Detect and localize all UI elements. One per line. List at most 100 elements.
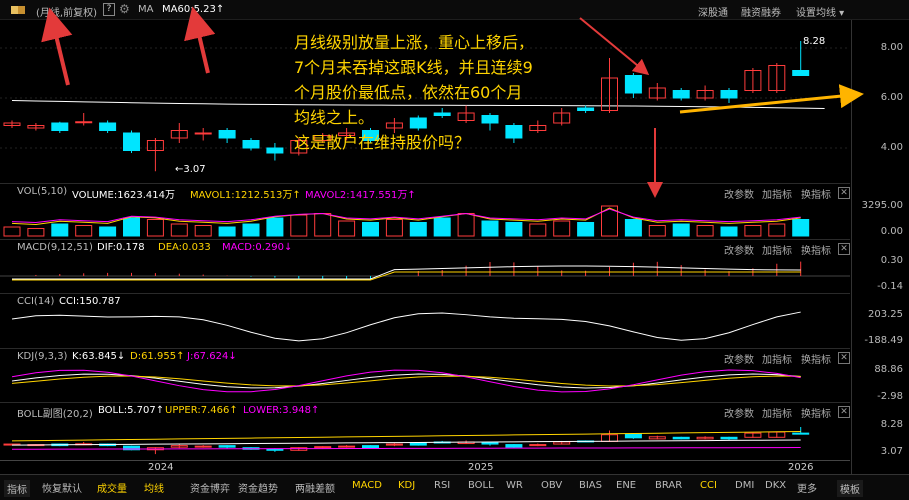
tab-13[interactable]: BIAS: [579, 480, 602, 491]
tab-17[interactable]: DMI: [735, 480, 754, 491]
annotation-line: 这是散户在维持股价吗？: [294, 133, 471, 152]
indicator-tab-bar: 指标 恢复默认 成交量 均线 资金博弈 资金趋势 两融差额 MACD KDJ RSI BOLL WR O…: [0, 474, 909, 500]
vol-bar: [385, 219, 403, 237]
vol-bar: [290, 214, 308, 237]
tab-15[interactable]: BRAR: [655, 480, 682, 491]
tab-5[interactable]: 资金趋势: [238, 480, 278, 495]
period-mode-label[interactable]: (月线,前复权): [36, 4, 97, 19]
help-icon[interactable]: ?: [103, 3, 115, 16]
link-sgt[interactable]: 深股通: [698, 4, 728, 19]
candle-body: [720, 90, 738, 99]
boll-candle-body: [362, 445, 379, 449]
candle-body: [218, 130, 236, 139]
tab-20[interactable]: 模板: [837, 480, 863, 497]
vol-bar: [123, 217, 140, 237]
tab-14[interactable]: ENE: [616, 480, 636, 491]
annotation-line: 7个月未吞掉这跟K线，并且连续9: [294, 58, 533, 77]
link-ma-settings[interactable]: 设置均线 ▾: [796, 4, 844, 19]
vol-bar: [338, 220, 356, 237]
tab-12[interactable]: OBV: [541, 480, 562, 491]
annotation-line: 个月股价最低点，依然在60个月: [294, 83, 523, 102]
x-label-2025: 2025: [468, 462, 494, 473]
vol-bar: [720, 226, 738, 237]
x-axis: 2024 2025 2026: [0, 460, 850, 474]
tab-11[interactable]: WR: [506, 480, 523, 491]
vol-bar: [433, 217, 451, 237]
vol-bar: [529, 223, 547, 237]
macd-pane[interactable]: MACD(9,12,51) DIF:0.178 DEA:0.033 MACD:0…: [0, 239, 850, 293]
kdj-chart[interactable]: [0, 349, 850, 403]
tab-18[interactable]: DKX: [765, 480, 786, 491]
boll-candle-body: [218, 445, 236, 448]
kdj-tick: -2.98: [877, 391, 903, 402]
vol-bar: [51, 223, 69, 237]
vol-chart[interactable]: [0, 184, 850, 240]
candle-body: [51, 122, 69, 131]
boll-candle-body: [481, 441, 499, 445]
vol-bar: [146, 219, 164, 237]
main-min-label: ←3.07: [175, 164, 206, 175]
boll-mid-line: [11, 439, 801, 446]
settings-gear-icon[interactable]: ⚙: [119, 2, 130, 16]
chart-color-icon[interactable]: [11, 6, 25, 14]
annotation-text: 月线级别放量上涨，重心上移后， 7个月未吞掉这跟K线，并且连续9 个月股价最低点…: [294, 30, 614, 155]
ma-label: MA: [138, 4, 154, 15]
boll-candle-body: [505, 444, 523, 448]
cci-tick: 203.25: [868, 309, 903, 320]
candle-body: [242, 140, 260, 149]
cci-pane[interactable]: CCI(14) CCI:150.787: [0, 293, 850, 348]
boll-candle-body: [672, 436, 690, 440]
vol-pane[interactable]: VOL(5,10) VOLUME:1623.414万 MAVOL1:1212.5…: [0, 183, 850, 239]
price-tick: 4.00: [880, 142, 903, 153]
tab-0[interactable]: 指标: [4, 480, 30, 497]
tab-4[interactable]: 资金博弈: [190, 480, 230, 495]
vol-bar: [672, 223, 690, 237]
boll-tick: 8.28: [880, 419, 903, 430]
vol-bar: [553, 220, 571, 237]
vol-bar: [27, 228, 45, 237]
candle-body: [672, 90, 690, 99]
link-margin[interactable]: 融资融券: [741, 4, 781, 19]
vol-bar: [648, 225, 666, 237]
candle-body: [624, 75, 642, 94]
tab-6[interactable]: 两融差额: [295, 480, 335, 495]
tab-19[interactable]: 更多: [797, 480, 817, 495]
tab-7[interactable]: MACD: [352, 480, 382, 491]
boll-pane[interactable]: BOLL副图(20,2) BOLL:5.707↑ UPPER:7.466↑ LO…: [0, 402, 850, 460]
macd-tick: -0.14: [877, 281, 903, 292]
candle-body: [75, 121, 93, 124]
vol-bar: [481, 220, 499, 237]
macd-chart[interactable]: [0, 240, 850, 294]
vol-bar: [194, 225, 212, 237]
boll-candle-body: [720, 436, 738, 440]
macd-tick: 0.30: [880, 255, 903, 266]
boll-chart[interactable]: [0, 403, 850, 461]
vol-bar: [505, 222, 523, 237]
vol-tick: 0.00: [880, 226, 903, 237]
cci-chart[interactable]: [0, 294, 850, 349]
boll-candle-body: [792, 432, 810, 435]
tab-10[interactable]: BOLL: [468, 480, 494, 491]
tab-16[interactable]: CCI: [700, 480, 717, 491]
candle-body: [266, 147, 284, 154]
vol-bar: [744, 225, 762, 237]
d-line: [11, 375, 801, 387]
boll-candle-body: [266, 448, 284, 451]
vol-bar: [99, 226, 117, 237]
x-label-2026: 2026: [788, 462, 814, 473]
candle-body: [792, 70, 810, 76]
boll-candle-body: [624, 433, 642, 439]
tab-1[interactable]: 恢复默认: [42, 480, 82, 495]
vol-bar: [792, 219, 810, 237]
vol-bar: [577, 222, 595, 237]
price-scale: 8.00 6.00 4.00 3295.00 0.00 0.30 -0.14 2…: [851, 20, 909, 500]
tab-2[interactable]: 成交量: [97, 480, 127, 495]
x-label-2024: 2024: [148, 462, 174, 473]
tab-9[interactable]: RSI: [434, 480, 450, 491]
tab-3[interactable]: 均线: [144, 480, 164, 495]
boll-candle-body: [338, 445, 356, 448]
tab-8[interactable]: KDJ: [398, 480, 415, 491]
kdj-pane[interactable]: KDJ(9,3,3) K:63.845↓ D:61.955↑ J:67.624↓…: [0, 348, 850, 402]
kdj-tick: 88.86: [874, 364, 903, 375]
vol-bar: [266, 217, 284, 237]
